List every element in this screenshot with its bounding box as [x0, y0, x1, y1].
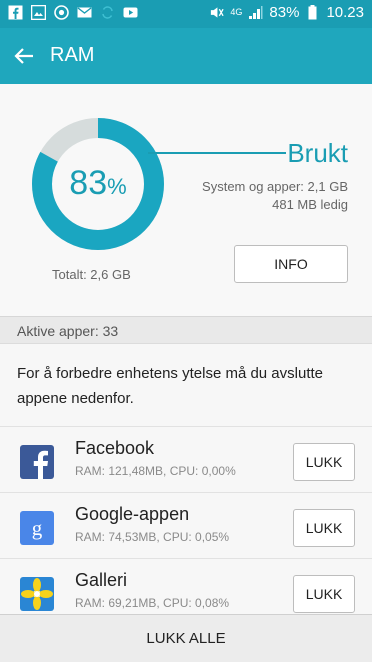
app-row-facebook: Facebook RAM: 121,48MB, CPU: 0,00% LUKK [0, 426, 372, 492]
system-indicators: 4G 83% 10.23 [209, 4, 364, 21]
signal-icon [248, 5, 263, 20]
used-label: Brukt [287, 138, 348, 168]
app-name: Google-appen [75, 504, 190, 524]
system-apps-usage: System og apper: 2,1 GB [202, 179, 348, 194]
svg-text:g: g [32, 516, 43, 540]
app-row-google: g Google-appen RAM: 74,53MB, CPU: 0,05% … [0, 492, 372, 558]
app-name: Facebook [75, 438, 155, 458]
active-apps-count: Aktive apper: 33 [17, 323, 119, 339]
page-title: RAM [50, 44, 95, 66]
mute-icon [209, 5, 225, 20]
battery-icon [305, 5, 320, 20]
status-bar: 4G 83% 10.23 [0, 0, 372, 28]
active-apps-description: For å forbedre enhetens ytelse må du avs… [17, 365, 324, 407]
ram-percent-value: 83 [69, 164, 108, 202]
ram-percent-sign: % [107, 174, 127, 199]
used-leader-line [148, 152, 286, 154]
sync-notification-icon [100, 5, 115, 20]
app-name: Galleri [75, 570, 128, 590]
notification-icons [8, 5, 138, 20]
close-app-button[interactable]: LUKK [293, 443, 355, 481]
facebook-icon [20, 445, 54, 479]
close-app-button[interactable]: LUKK [293, 509, 355, 547]
info-button[interactable]: INFO [234, 245, 348, 283]
app-usage: RAM: 69,21MB, CPU: 0,08% [75, 596, 230, 610]
ram-usage-card: 83% Brukt System og apper: 2,1 GB 481 MB… [0, 84, 372, 316]
back-button[interactable] [8, 40, 40, 72]
back-arrow-icon [14, 48, 33, 64]
close-app-button[interactable]: LUKK [293, 575, 355, 613]
network-type: 4G [230, 7, 243, 17]
app-usage: RAM: 121,48MB, CPU: 0,00% [75, 464, 236, 478]
ram-percent: 83% [32, 164, 164, 203]
app-usage: RAM: 74,53MB, CPU: 0,05% [75, 530, 230, 544]
battery-percent: 83% [269, 4, 300, 21]
app-bar: RAM [0, 28, 372, 84]
chrome-notification-icon [54, 5, 69, 20]
active-apps-header: Aktive apper: 33 [0, 316, 372, 344]
gallery-notification-icon [31, 5, 46, 20]
clock: 10.23 [326, 4, 364, 21]
gallery-icon [20, 577, 54, 611]
close-all-button[interactable]: LUKK ALLE [0, 614, 372, 662]
youtube-notification-icon [123, 5, 138, 20]
google-icon: g [20, 511, 54, 545]
total-memory: Totalt: 2,6 GB [52, 267, 131, 282]
email-notification-icon [77, 5, 92, 20]
free-memory: 481 MB ledig [272, 197, 348, 212]
facebook-notification-icon [8, 5, 23, 20]
